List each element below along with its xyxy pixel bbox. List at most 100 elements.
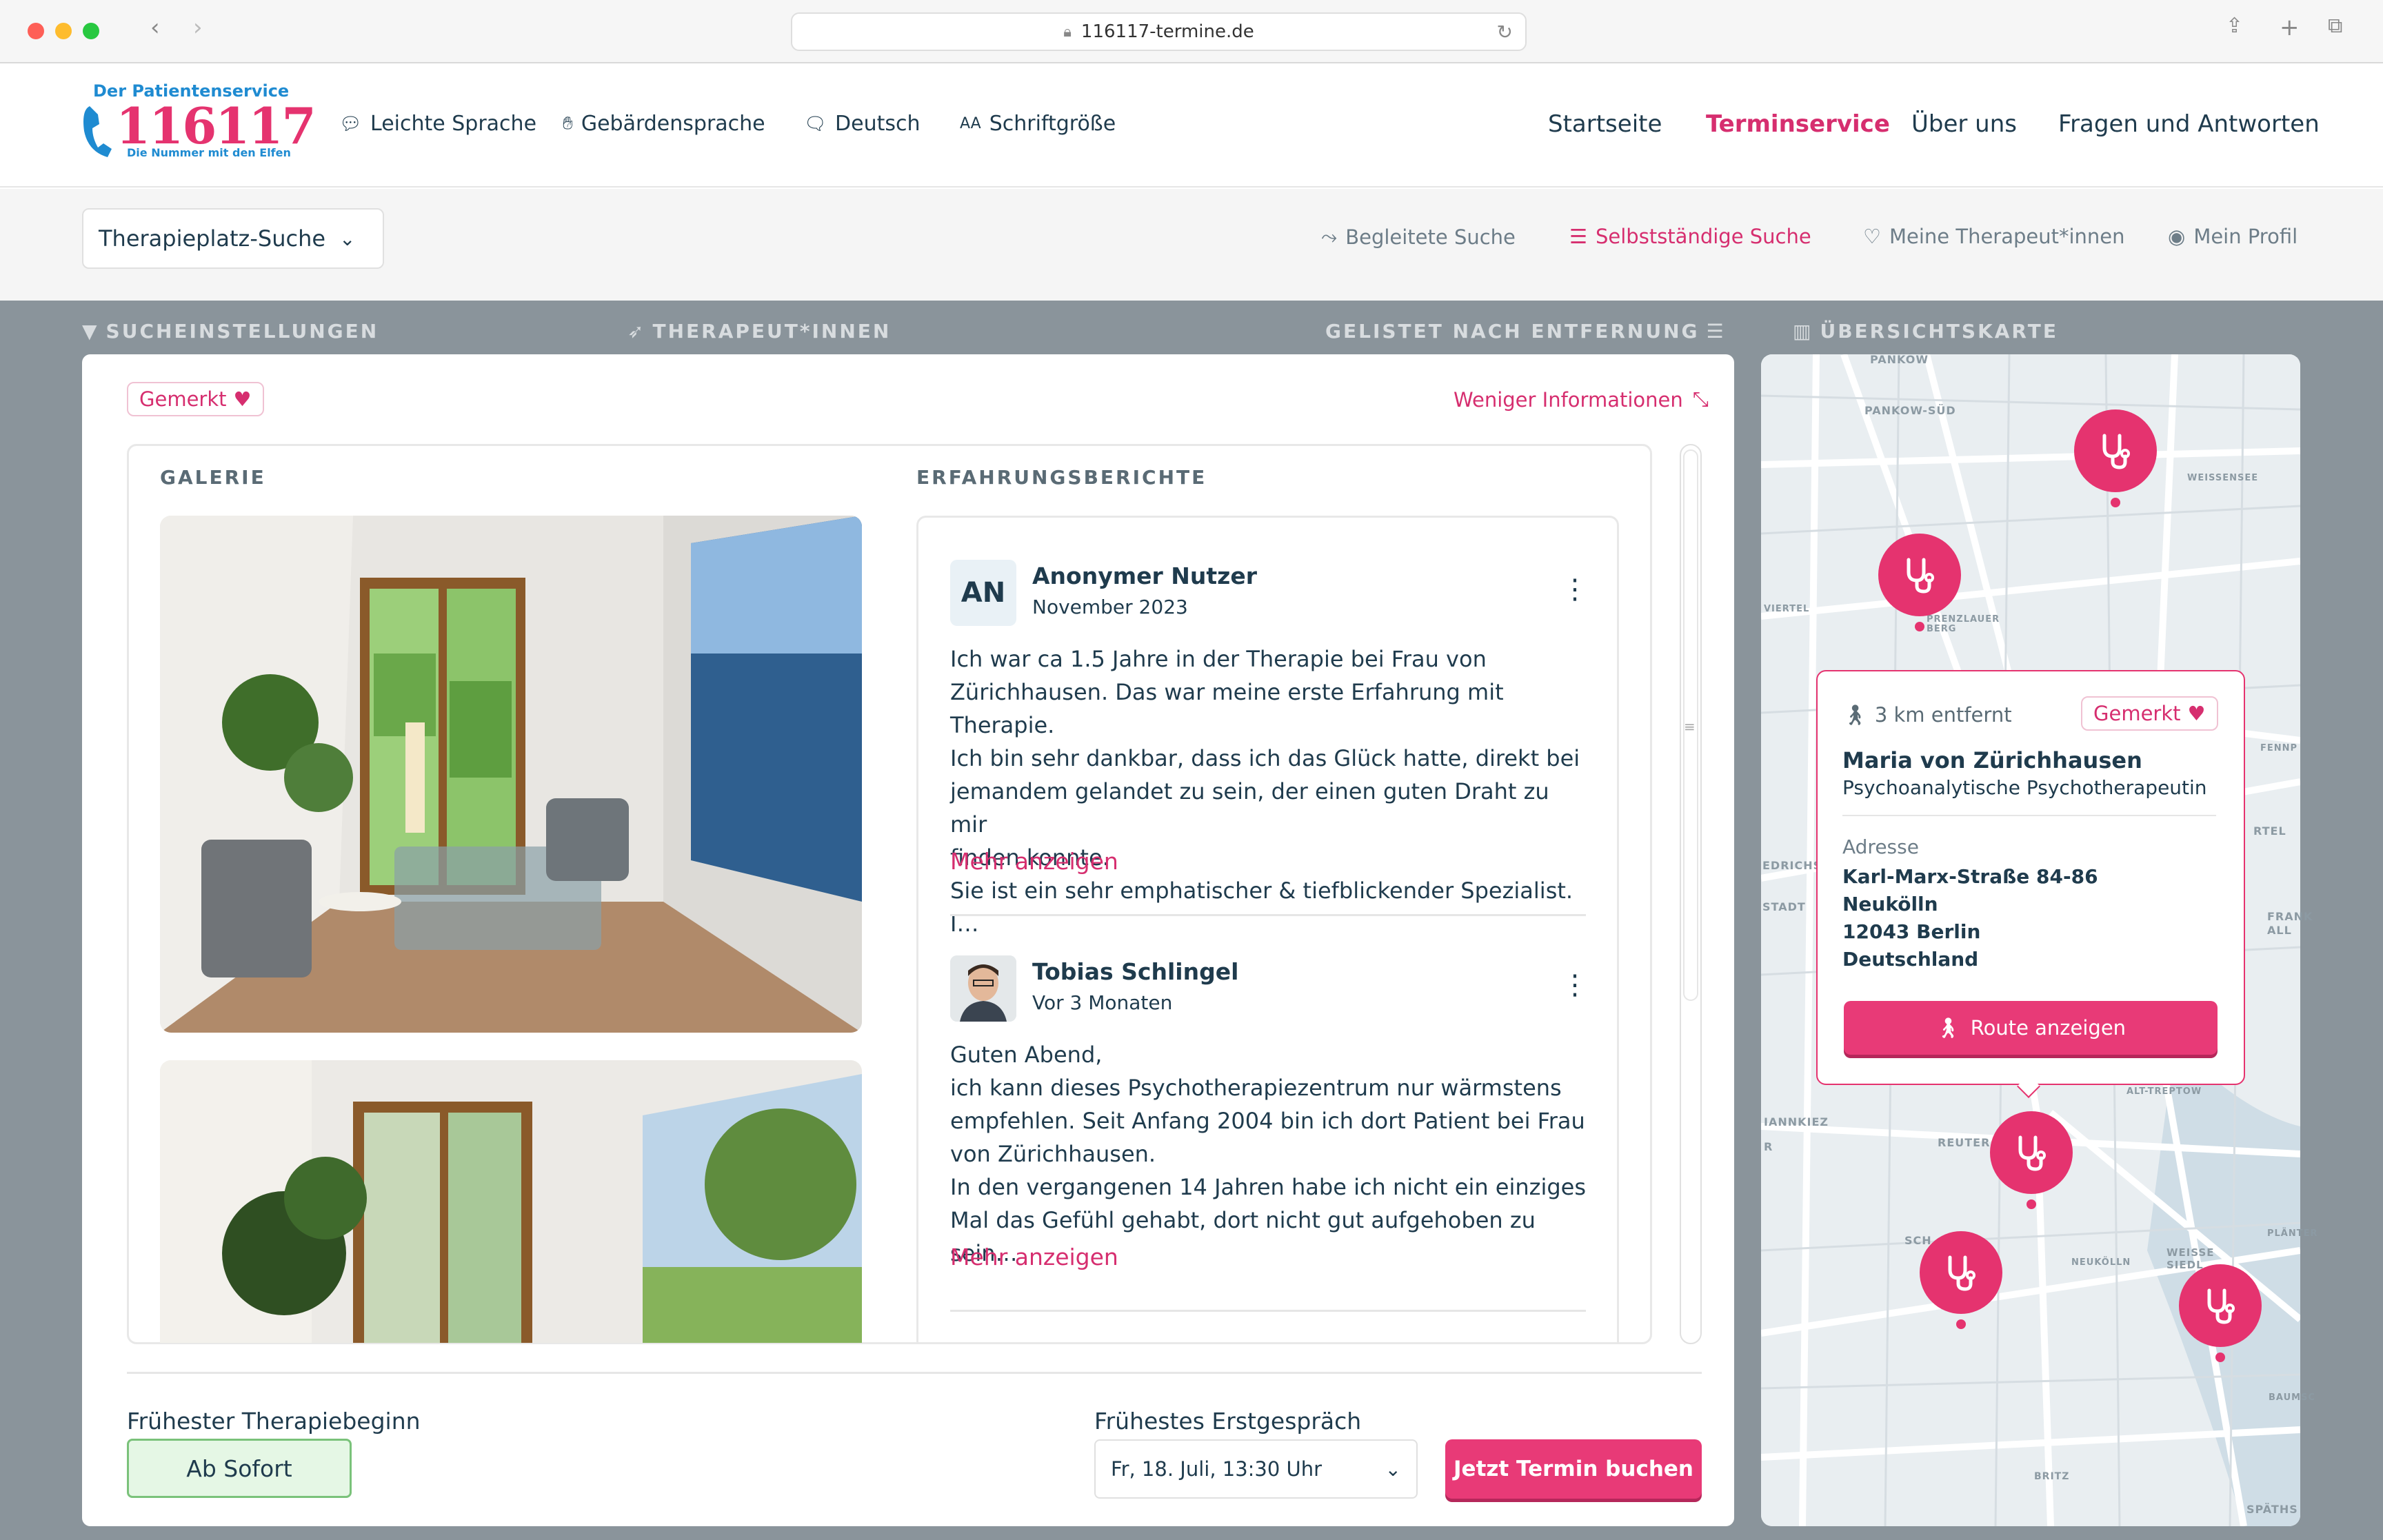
more-options-icon[interactable]: ⋮ — [1561, 574, 1589, 605]
map-pin-stethoscope-icon[interactable] — [1990, 1111, 2073, 1194]
map-pin-stethoscope-icon[interactable] — [2179, 1264, 2262, 1347]
map-label: PANKOW — [1870, 353, 1929, 366]
nav-faq[interactable]: Fragen und Antworten — [2058, 110, 2320, 138]
back-icon[interactable]: ‹ — [150, 14, 160, 41]
maximize-window-button[interactable] — [83, 23, 99, 39]
earliest-start-label: Frühester Therapiebeginn — [127, 1408, 421, 1435]
sign-language-link[interactable]: ✋︎ Gebärdensprache — [563, 112, 765, 136]
address: Karl-Marx-Straße 84-86 Neukölln 12043 Be… — [1842, 865, 2098, 971]
saved-badge[interactable]: Gemerkt ♥ — [2081, 696, 2218, 731]
first-talk-select[interactable]: Fr, 18. Juli, 13:30 Uhr ⌄ — [1094, 1439, 1418, 1499]
map-label: BRITZ — [2034, 1471, 2070, 1482]
map-label: R — [1764, 1140, 1773, 1153]
gallery-photo[interactable] — [160, 516, 862, 1033]
forward-icon[interactable]: › — [193, 14, 203, 41]
map-label: PRENZLAUER BERG — [1927, 614, 2000, 634]
phone-logo-icon — [83, 106, 112, 157]
more-options-icon[interactable]: ⋮ — [1561, 969, 1589, 1001]
map-icon: ▥ — [1793, 320, 1813, 343]
chevron-down-icon: ⌄ — [339, 227, 356, 250]
therapist-title: Psychoanalytische Psychotherapeutin — [1842, 776, 2207, 799]
map-pin-stethoscope-icon[interactable] — [1878, 534, 1961, 616]
gallery-photo[interactable] — [160, 1060, 862, 1343]
lock-icon: 🔒︎ — [1063, 23, 1072, 41]
list-icon: ☰ — [1706, 320, 1726, 343]
font-size-icon: AA — [960, 115, 981, 132]
heart-outline-icon: ♡ — [1863, 225, 1881, 248]
popup-divider — [1842, 815, 2216, 816]
language-link[interactable]: 🗨︎ Deutsch — [804, 112, 921, 136]
subnav-my-therapists[interactable]: ♡ Meine Therapeut*innen — [1863, 225, 2125, 248]
review-text: Guten Abend, ich kann dieses Psychothera… — [950, 1042, 1587, 1266]
tab-overview-icon[interactable]: ⧉ — [2328, 14, 2342, 38]
stethoscope-icon — [2102, 434, 2130, 469]
less-info-button[interactable]: Weniger Informationen ⤡ — [1454, 387, 1709, 412]
earliest-start-badge: Ab Sofort — [127, 1439, 352, 1498]
subnav-self-search[interactable]: ☰ Selbstständige Suche — [1569, 225, 1811, 248]
sliders-icon: ☰ — [1569, 225, 1587, 248]
address-bar[interactable]: 🔒︎ 116117-termine.de ↻ — [791, 12, 1527, 51]
map-label: VIERTEL — [1764, 604, 1810, 614]
filter-icon: ▼ — [82, 320, 99, 343]
font-size-link[interactable]: AA Schriftgröße — [960, 112, 1116, 136]
reviews-label: ERFAHRUNGSBERICHTE — [916, 466, 1207, 489]
section-map[interactable]: ▥ ÜBERSICHTSKARTE — [1793, 320, 2058, 343]
saved-badge[interactable]: Gemerkt ♥ — [127, 382, 264, 416]
scroll-grip-icon: ≡ — [1684, 718, 1696, 735]
sign-language-icon: ✋︎ — [563, 113, 573, 134]
minimize-window-button[interactable] — [55, 23, 72, 39]
therapy-room-photo — [160, 1060, 862, 1343]
panel-mask — [914, 1344, 1625, 1361]
map-pin-stethoscope-icon[interactable] — [2074, 409, 2157, 492]
walking-icon: 🚶︎ — [1935, 1015, 1961, 1040]
map-label: PANKOW-SÜD — [1864, 404, 1956, 417]
section-therapists[interactable]: ➶ THERAPEUT*INNEN — [627, 320, 891, 343]
reload-icon[interactable]: ↻ — [1497, 21, 1513, 43]
walking-icon: 🚶︎ — [1842, 703, 1868, 727]
map-label: REUTER — [1938, 1136, 1991, 1149]
map-label: NEUKÖLLN — [2071, 1257, 2131, 1268]
show-more-link[interactable]: Mehr anzeigen — [950, 848, 1118, 875]
reviewer-name: Anonymer Nutzer — [1032, 563, 1257, 589]
map-label: BAUMSC — [2269, 1392, 2315, 1403]
footer-divider — [127, 1372, 1702, 1374]
new-tab-icon[interactable]: + — [2280, 14, 2300, 41]
close-window-button[interactable] — [28, 23, 44, 39]
easy-language-link[interactable]: 💬︎ Leichte Sprache — [339, 112, 536, 136]
collapse-icon: ⤡ — [1692, 387, 1709, 411]
map-label: RTEL — [2253, 824, 2286, 838]
heart-icon: ♥ — [233, 387, 252, 411]
stethoscope-icon — [2018, 1135, 2046, 1171]
stethoscope-icon — [1907, 558, 1934, 594]
review-text: Ich war ca 1.5 Jahre in der Therapie bei… — [950, 646, 1580, 937]
map-label: WEISSENSEE — [2187, 473, 2259, 483]
first-talk-label: Frühestes Erstgespräch — [1094, 1408, 1362, 1435]
review-divider — [950, 1310, 1586, 1312]
map-label: PLÄNTER — [2267, 1228, 2318, 1239]
gallery-label: GALERIE — [160, 466, 266, 489]
map-pin-stethoscope-icon[interactable] — [1920, 1231, 2002, 1314]
chevron-down-icon: ⌄ — [1385, 1457, 1401, 1481]
map-label: EDRICHS — [1762, 859, 1822, 872]
share-icon[interactable]: ⇪ — [2226, 14, 2243, 38]
subnav-guided-search[interactable]: ⤳ Begleitete Suche — [1321, 225, 1516, 249]
map-label: ALT-TREPTOW — [2126, 1086, 2202, 1097]
reviewer-name: Tobias Schlingel — [1032, 958, 1239, 985]
book-appointment-button[interactable]: Jetzt Termin buchen — [1445, 1439, 1702, 1499]
map-label: SCH — [1904, 1234, 1932, 1247]
nav-ueber-uns[interactable]: Über uns — [1911, 110, 2017, 138]
review-divider — [950, 914, 1586, 916]
section-search-settings[interactable]: ▼ SUCHEINSTELLUNGEN — [82, 320, 379, 343]
section-sort[interactable]: GELISTET NACH ENTFERNUNG ☰ — [1325, 320, 1726, 343]
distance-info: 🚶︎ 3 km entfernt — [1842, 703, 2012, 727]
search-type-select[interactable]: Therapieplatz-Suche ⌄ — [82, 208, 384, 269]
show-more-link[interactable]: Mehr anzeigen — [950, 1244, 1118, 1270]
map-label: FRANK ALL — [2267, 910, 2313, 937]
speech-bubble-icon: 💬︎ — [339, 113, 363, 134]
route-button[interactable]: 🚶︎ Route anzeigen — [1844, 1001, 2218, 1055]
subnav-profile[interactable]: ◉ Mein Profil — [2168, 225, 2297, 248]
user-photo-icon — [950, 955, 1016, 1022]
map-pin-dot — [2027, 1199, 2036, 1209]
nav-startseite[interactable]: Startseite — [1548, 110, 1662, 138]
nav-terminservice[interactable]: Terminservice — [1706, 110, 1890, 138]
